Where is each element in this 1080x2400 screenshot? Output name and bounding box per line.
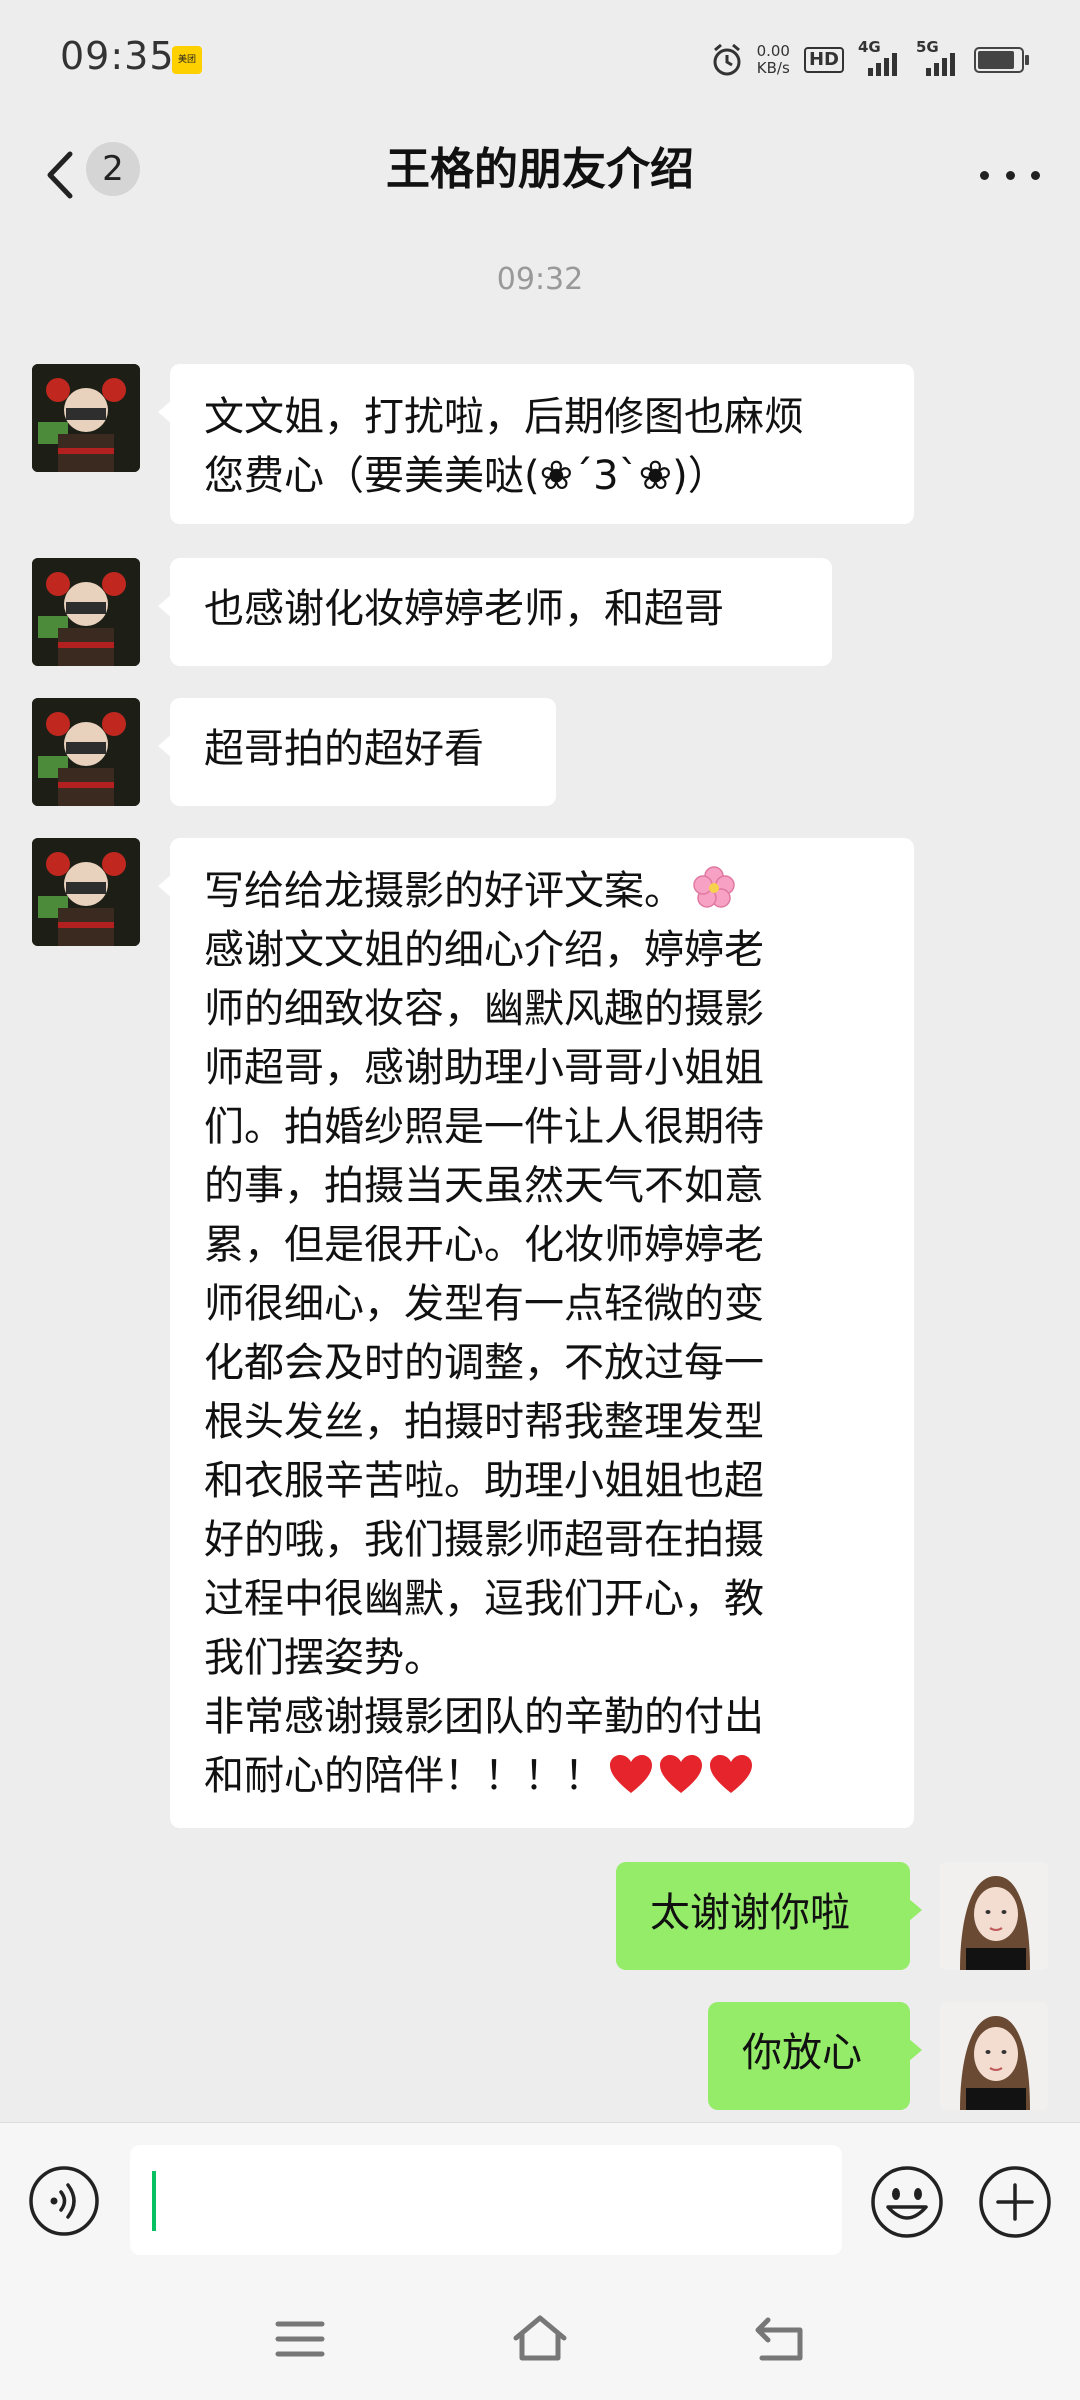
plus-icon[interactable] — [978, 2165, 1052, 2239]
message-text: 您费心（要美美哒(❀´3`❀)） — [204, 453, 728, 499]
contact-avatar[interactable] — [32, 558, 140, 666]
back-nav-icon[interactable] — [750, 2312, 810, 2366]
signal-5g-icon: 5G — [916, 38, 960, 78]
message-bubble[interactable]: 写给给龙摄影的好评文案。 感谢文文姐的细心介绍，婷婷老 师的细致妆容，幽默风趣的… — [158, 838, 914, 1828]
message-text: 过程中很幽默，逗我们开心，教 — [204, 1576, 764, 1622]
message-bubble-self[interactable]: 你放心 — [708, 2002, 922, 2110]
message-text: 写给给龙摄影的好评文案。 — [204, 868, 684, 914]
message-text: 根头发丝，拍摄时帮我整理发型 — [204, 1399, 764, 1445]
message-text: 师超哥，感谢助理小哥哥小姐姐 — [204, 1045, 764, 1091]
message-bubble[interactable]: 文文姐，打扰啦，后期修图也麻烦 您费心（要美美哒(❀´3`❀)） — [158, 364, 914, 524]
meituan-notification-icon: 美团 — [172, 46, 202, 74]
red-heart-icon — [610, 1755, 652, 1793]
status-icons: 0.00 KB/s HD 4G 5G — [711, 38, 1029, 82]
message-input[interactable] — [130, 2145, 842, 2255]
red-heart-icon — [710, 1755, 752, 1793]
battery-level — [978, 51, 1014, 69]
voice-icon[interactable] — [28, 2165, 100, 2237]
message-text-line: 和耐心的陪伴！！！！ — [204, 1747, 880, 1806]
more-icon[interactable] — [980, 150, 1040, 200]
system-nav-bar — [0, 2278, 1080, 2400]
message-text: 太谢谢你啦 — [650, 1890, 850, 1936]
message-text-line: 写给给龙摄影的好评文案。 — [204, 862, 880, 921]
status-bar: 09:35 美团 0.00 KB/s HD 4G 5G — [0, 0, 1080, 120]
message-text: 累，但是很开心。化妆师婷婷老 — [204, 1222, 764, 1268]
message-bubble[interactable]: 也感谢化妆婷婷老师，和超哥 — [158, 558, 832, 666]
message-text: 们。拍婚纱照是一件让人很期待 — [204, 1104, 764, 1150]
text-cursor — [152, 2171, 156, 2231]
contact-avatar[interactable] — [32, 838, 140, 946]
emoji-icon[interactable] — [870, 2165, 944, 2239]
input-bar — [0, 2122, 1080, 2279]
hd-icon: HD — [803, 47, 844, 73]
message-text: 和耐心的陪伴！！！！ — [204, 1753, 604, 1799]
net-speed-value: 0.00 — [756, 42, 790, 60]
message-text: 超哥拍的超好看 — [204, 726, 484, 772]
message-text: 我们摆姿势。 — [204, 1635, 444, 1681]
message-text: 师很细心，发型有一点轻微的变 — [204, 1281, 764, 1327]
message-bubble-self[interactable]: 太谢谢你啦 — [616, 1862, 922, 1970]
home-icon[interactable] — [510, 2312, 570, 2366]
message-text: 文文姐，打扰啦，后期修图也麻烦 — [204, 394, 804, 440]
battery-icon — [974, 47, 1029, 73]
contact-avatar[interactable] — [32, 364, 140, 472]
message-text: 和衣服辛苦啦。助理小姐姐也超 — [204, 1458, 764, 1504]
net-speed-unit: KB/s — [756, 59, 790, 77]
net-speed: 0.00 KB/s — [757, 43, 790, 77]
alarm-icon — [713, 43, 741, 76]
message-text: 非常感谢摄影团队的辛勤的付出 — [204, 1694, 764, 1740]
self-avatar[interactable] — [940, 2002, 1048, 2110]
menu-icon[interactable] — [270, 2312, 330, 2366]
chat-header: 2 王格的朋友介绍 — [0, 120, 1080, 230]
message-text: 的事，拍摄当天虽然天气不如意 — [204, 1163, 764, 1209]
message-text: 化都会及时的调整，不放过每一 — [204, 1340, 764, 1386]
contact-avatar[interactable] — [32, 698, 140, 806]
red-heart-icon — [660, 1755, 702, 1793]
status-time: 09:35 — [60, 34, 175, 78]
self-avatar[interactable] — [940, 1862, 1048, 1970]
message-text: 感谢文文姐的细心介绍，婷婷老 — [204, 927, 764, 973]
message-text: 也感谢化妆婷婷老师，和超哥 — [204, 586, 724, 632]
chat-title: 王格的朋友介绍 — [386, 144, 694, 195]
signal-4g-icon: 4G — [858, 38, 902, 78]
message-time-label: 09:32 — [496, 262, 584, 297]
cherry-blossom-icon — [693, 866, 735, 908]
message-text: 师的细致妆容，幽默风趣的摄影 — [204, 986, 764, 1032]
message-text: 你放心 — [742, 2030, 862, 2076]
message-text: 好的哦，我们摄影师超哥在拍摄 — [204, 1517, 764, 1563]
message-bubble[interactable]: 超哥拍的超好看 — [158, 698, 556, 806]
